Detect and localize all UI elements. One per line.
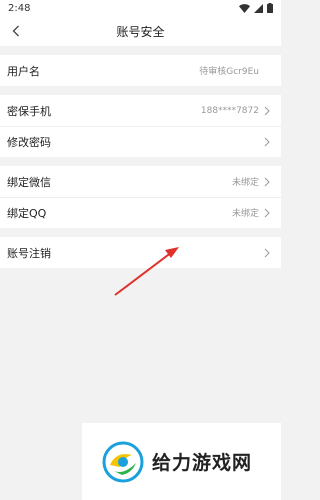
status-time: 2:48 xyxy=(8,2,31,14)
chevron-right-icon xyxy=(263,207,271,219)
wechat-status: 未绑定 xyxy=(231,178,259,188)
watermark-logo-icon xyxy=(102,441,144,482)
username-value: 待审核Gcr9Eu xyxy=(199,67,259,77)
settings-group-username: 用户名 待审核Gcr9Eu xyxy=(0,55,281,86)
chevron-right-icon xyxy=(263,176,271,188)
page-title: 账号安全 xyxy=(116,24,165,39)
row-change-password[interactable]: 修改密码 xyxy=(0,126,281,157)
row-cancel-account[interactable]: 账号注销 xyxy=(0,237,281,268)
settings-group-security: 密保手机 188****7872 修改密码 xyxy=(0,95,281,157)
signal-icon xyxy=(254,3,263,13)
battery-icon xyxy=(267,3,273,13)
row-label: 修改密码 xyxy=(7,135,51,149)
row-label: 账号注销 xyxy=(7,246,51,260)
row-label: 绑定微信 xyxy=(7,175,51,189)
row-bind-qq[interactable]: 绑定QQ 未绑定 xyxy=(0,197,281,228)
back-button[interactable] xyxy=(4,16,28,46)
chevron-left-icon xyxy=(12,25,19,37)
watermark: 给力游戏网 xyxy=(82,423,281,500)
row-username: 用户名 待审核Gcr9Eu xyxy=(0,55,281,86)
watermark-text: 给力游戏网 xyxy=(152,452,253,474)
wifi-icon xyxy=(239,3,250,13)
status-icons xyxy=(239,3,273,13)
row-label: 绑定QQ xyxy=(7,206,47,220)
row-security-phone[interactable]: 密保手机 188****7872 xyxy=(0,95,281,126)
nav-bar: 账号安全 xyxy=(0,16,281,46)
row-label: 密保手机 xyxy=(7,104,51,118)
status-bar: 2:48 xyxy=(0,0,281,16)
row-bind-wechat[interactable]: 绑定微信 未绑定 xyxy=(0,166,281,197)
chevron-right-icon xyxy=(263,136,271,148)
settings-group-account: 账号注销 xyxy=(0,237,281,268)
qq-status: 未绑定 xyxy=(231,209,259,219)
settings-group-bindings: 绑定微信 未绑定 绑定QQ 未绑定 xyxy=(0,166,281,228)
row-label: 用户名 xyxy=(7,64,40,78)
chevron-right-icon xyxy=(263,105,271,117)
chevron-right-icon xyxy=(263,247,271,259)
phone-value: 188****7872 xyxy=(200,105,259,116)
